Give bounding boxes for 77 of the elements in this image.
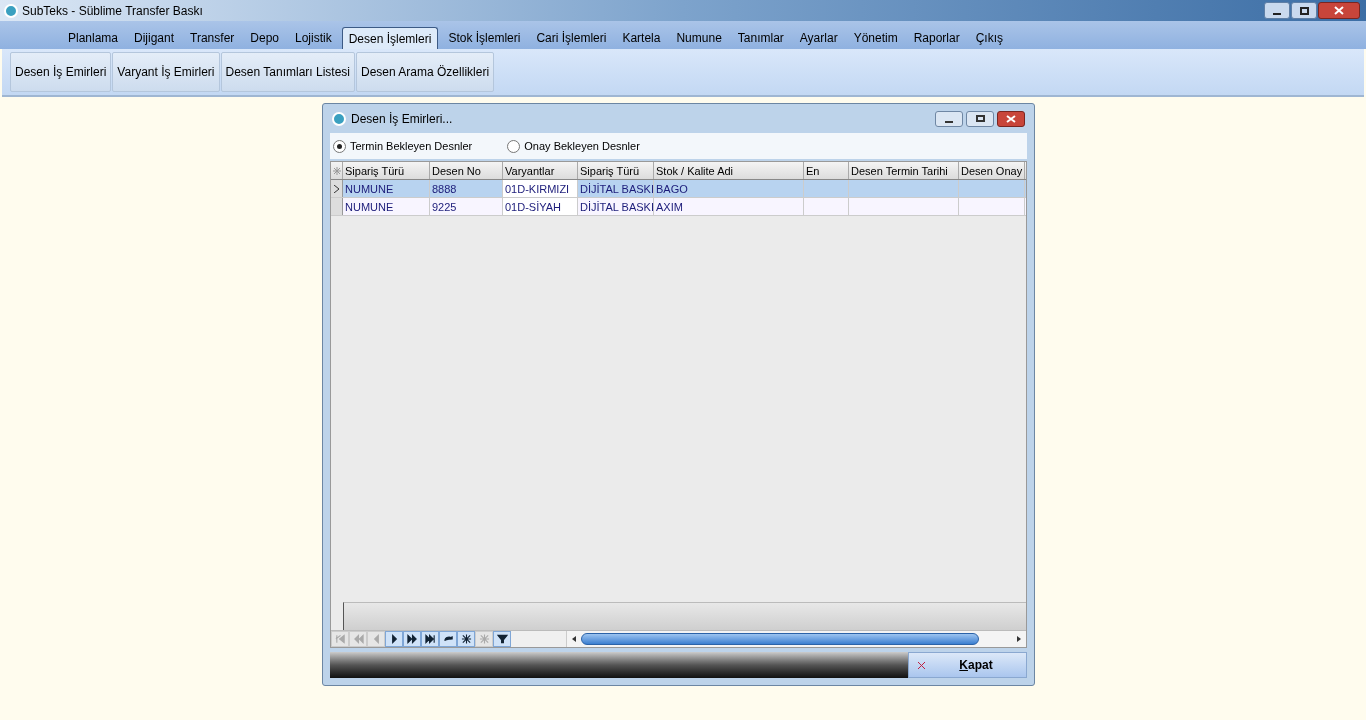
asterisk-icon bbox=[460, 633, 472, 645]
navigator-button[interactable] bbox=[385, 631, 403, 647]
radio-option[interactable]: Onay Bekleyen Desnler bbox=[507, 137, 640, 155]
close-dialog-button[interactable]: Kapat bbox=[908, 652, 1027, 678]
menu-tab[interactable]: Dijigant bbox=[126, 27, 183, 49]
column-header[interactable]: Stok / Kalite Adi bbox=[654, 162, 804, 179]
table-cell: 01D-KIRMIZI bbox=[503, 180, 578, 197]
table-cell: AXIM bbox=[654, 198, 804, 215]
table-cell: DİJİTAL BASKI bbox=[578, 180, 654, 197]
column-header[interactable]: Sipariş Türü bbox=[578, 162, 654, 179]
column-header[interactable]: Desen No bbox=[430, 162, 503, 179]
close-icon bbox=[1334, 6, 1344, 15]
radio-button[interactable] bbox=[333, 139, 346, 153]
menu-tab[interactable]: Yönetim bbox=[845, 27, 906, 49]
minimize-icon bbox=[1273, 13, 1281, 15]
menu-tab[interactable]: Lojistik bbox=[287, 27, 340, 49]
menu-tab[interactable]: Numune bbox=[668, 27, 730, 49]
row-pointer-icon bbox=[334, 184, 339, 193]
menu-tab[interactable]: Çıkış bbox=[967, 27, 1012, 49]
menu-tab[interactable]: Stok İşlemleri bbox=[440, 27, 529, 49]
menu-tab[interactable]: Transfer bbox=[182, 27, 243, 49]
menu-tab[interactable]: Depo bbox=[242, 27, 287, 49]
column-header[interactable]: Varyantlar bbox=[503, 162, 578, 179]
radio-option[interactable]: Termin Bekleyen Desnler bbox=[333, 137, 473, 155]
close-button[interactable] bbox=[1318, 2, 1360, 19]
navigator-button[interactable] bbox=[421, 631, 439, 647]
menu-tab[interactable]: Raporlar bbox=[905, 27, 968, 49]
app-icon bbox=[4, 3, 18, 18]
close-icon bbox=[1006, 114, 1016, 123]
table-cell: BAGO bbox=[654, 180, 804, 197]
last-record-icon bbox=[424, 633, 436, 645]
maximize-icon bbox=[1299, 6, 1309, 15]
ribbon-button[interactable]: Varyant İş Emirleri bbox=[112, 52, 220, 92]
menu-tab[interactable]: Kartela bbox=[614, 27, 669, 49]
table-cell: NUMUNE bbox=[343, 180, 430, 197]
double-right-arrow-icon bbox=[406, 633, 418, 645]
table-row[interactable]: NUMUNE 9225 01D-SİYAH DİJİTAL BASKI AXIM bbox=[331, 198, 1026, 216]
close-button[interactable] bbox=[997, 110, 1025, 127]
double-left-arrow-icon bbox=[352, 633, 364, 645]
dialog-title: Desen İş Emirleri... bbox=[351, 110, 453, 128]
table-row[interactable]: NUMUNE 8888 01D-KIRMIZI DİJİTAL BASKI BAGO bbox=[331, 180, 1026, 198]
minimize-button[interactable] bbox=[1264, 2, 1290, 19]
column-header[interactable]: Sipariş Türü bbox=[343, 162, 430, 179]
ribbon-button[interactable]: Desen İş Emirleri bbox=[10, 52, 112, 92]
maximize-button[interactable] bbox=[1291, 2, 1317, 19]
maximize-button[interactable] bbox=[966, 110, 994, 127]
filter-icon bbox=[496, 633, 508, 645]
column-header[interactable]: En bbox=[804, 162, 849, 179]
scrollbar-thumb[interactable] bbox=[581, 633, 979, 645]
window-title: SubTeks - Süblime Transfer Baskı bbox=[22, 2, 203, 20]
table-cell: DİJİTAL BASKI bbox=[578, 198, 654, 215]
navigator-button[interactable] bbox=[493, 631, 511, 647]
table-cell: NUMUNE bbox=[343, 198, 430, 215]
menu-tab[interactable]: Ayarlar bbox=[791, 27, 846, 49]
minimize-icon bbox=[945, 120, 953, 123]
radio-button[interactable] bbox=[507, 139, 521, 153]
close-icon bbox=[917, 660, 926, 670]
ribbon-button[interactable]: Desen Arama Özellikleri bbox=[356, 52, 495, 92]
menu-tab[interactable]: Cari İşlemleri bbox=[528, 27, 615, 49]
dialog-icon bbox=[332, 111, 346, 126]
first-record-icon bbox=[334, 633, 346, 645]
navigator-button[interactable] bbox=[457, 631, 475, 647]
column-header[interactable]: Desen Onay bbox=[959, 162, 1025, 179]
column-header[interactable]: Desen Termin Tarihi bbox=[849, 162, 959, 179]
navigator-button[interactable] bbox=[403, 631, 421, 647]
asterisk-icon bbox=[332, 166, 341, 175]
table-cell: 01D-SİYAH bbox=[503, 198, 578, 215]
menu-tab[interactable]: Planlama bbox=[60, 27, 127, 49]
maximize-icon bbox=[975, 115, 985, 122]
navigator-button[interactable] bbox=[439, 631, 457, 647]
minimize-button[interactable] bbox=[935, 110, 963, 127]
faded-asterisk-icon bbox=[478, 633, 490, 645]
horizontal-scrollbar[interactable] bbox=[566, 631, 1026, 647]
row-header[interactable] bbox=[331, 180, 343, 197]
ribbon-button[interactable]: Desen Tanımları Listesi bbox=[220, 52, 355, 92]
menu-tab[interactable]: Desen İşlemleri bbox=[341, 27, 439, 49]
menu-tab[interactable]: Tanımlar bbox=[729, 27, 792, 49]
